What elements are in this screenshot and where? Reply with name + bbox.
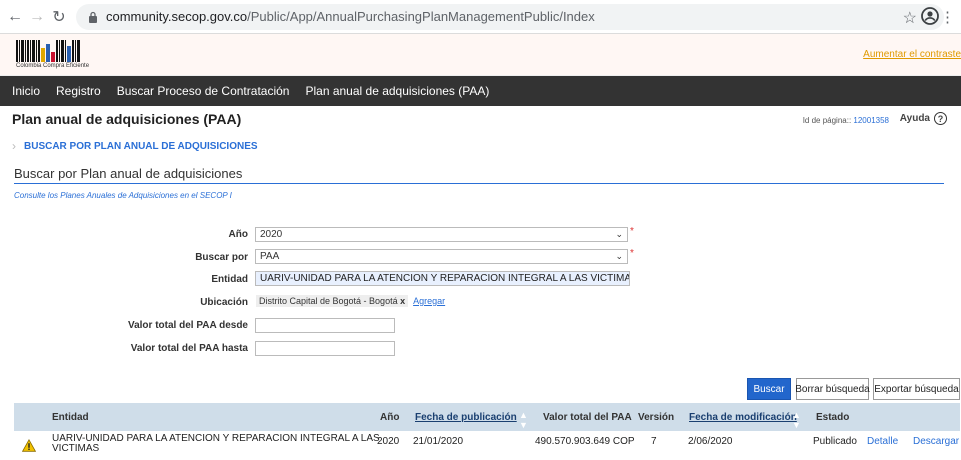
column-header-year: Año [380, 412, 400, 423]
warning-icon [22, 439, 36, 452]
row-total: 490.570.903.649 COP [535, 436, 635, 447]
search-button[interactable]: Buscar [747, 378, 791, 400]
page-id: Id de página:: 12001358 [803, 116, 889, 125]
row-version: 7 [651, 436, 657, 447]
row-status: Publicado [813, 436, 857, 447]
chevron-down-icon: ⌄ [615, 229, 623, 239]
row-entity[interactable]: UARIV-UNIDAD PARA LA ATENCION Y REPARACI… [52, 434, 380, 454]
browser-toolbar: ← → ↻ community.secop.gov.co/Public/App/… [0, 0, 961, 34]
main-nav: Inicio Registro Buscar Proceso de Contra… [0, 76, 961, 106]
star-icon[interactable]: ☆ [903, 8, 917, 28]
year-select-value: 2020 [260, 229, 283, 240]
reload-icon[interactable]: ↻ [48, 6, 70, 28]
table-row: UARIV-UNIDAD PARA LA ATENCION Y REPARACI… [14, 431, 960, 460]
site-header: Colombia Compra Eficiente Aumentar el co… [0, 34, 961, 76]
page-id-value[interactable]: 12001358 [853, 116, 889, 125]
chevron-down-icon: ⌄ [615, 251, 623, 261]
question-icon[interactable]: ? [934, 112, 947, 125]
colombia-compra-logo[interactable]: Colombia Compra Eficiente [16, 38, 98, 72]
total-from-input[interactable] [255, 318, 395, 333]
clear-search-button[interactable]: Borrar búsqueda [795, 378, 870, 400]
column-header-published[interactable]: Fecha de publicación [415, 412, 517, 423]
section-title: Buscar por Plan anual de adquisiciones [14, 166, 243, 181]
nav-item-inicio[interactable]: Inicio [12, 84, 40, 98]
menu-kebab-icon[interactable]: ⋮ [940, 8, 955, 26]
total-to-label: Valor total del PAA hasta [130, 343, 248, 354]
entity-field[interactable]: UARIV-UNIDAD PARA LA ATENCION Y REPARACI… [255, 271, 630, 286]
breadcrumb-item[interactable]: BUSCAR POR PLAN ANUAL DE ADQUISICIONES [24, 141, 258, 152]
row-published: 21/01/2020 [413, 436, 464, 447]
location-field: Distrito Capital de Bogotá - Bogotá x Ag… [256, 295, 445, 307]
column-header-status: Estado [816, 412, 850, 423]
search-by-value: PAA [260, 251, 280, 262]
row-entity-line2: VICTIMAS [52, 443, 100, 454]
logo-text: Colombia Compra Eficiente [16, 63, 90, 69]
detail-link[interactable]: Detalle [867, 436, 898, 447]
page-title: Plan anual de adquisiciones (PAA) [12, 111, 242, 127]
search-by-label: Buscar por [195, 252, 248, 263]
sort-icon[interactable]: ▲ ▼ [519, 410, 528, 430]
location-label: Ubicación [200, 297, 248, 308]
entity-label: Entidad [211, 274, 248, 285]
help-link[interactable]: Ayuda ? [900, 112, 947, 125]
export-search-button[interactable]: Exportar búsqueda [873, 378, 960, 400]
remove-location-icon[interactable]: x [400, 296, 405, 306]
url-path: /Public/App/AnnualPurchasingPlanManageme… [247, 9, 595, 24]
logo-barcode-icon [16, 38, 98, 62]
row-entity-line1: UARIV-UNIDAD PARA LA ATENCION Y REPARACI… [52, 433, 380, 444]
section-divider [14, 183, 944, 184]
sort-icon[interactable]: ▲ ▼ [792, 410, 801, 430]
row-year: 2020 [377, 436, 400, 447]
page-id-label: Id de página:: [802, 116, 852, 125]
forward-icon[interactable]: → [26, 6, 48, 28]
breadcrumb: › BUSCAR POR PLAN ANUAL DE ADQUISICIONES [12, 139, 258, 153]
download-link[interactable]: Descargar [913, 436, 959, 447]
chevron-right-icon: › [12, 139, 16, 153]
add-location-link[interactable]: Agregar [413, 296, 445, 306]
search-by-select[interactable]: PAA ⌄ [255, 249, 628, 264]
total-to-input[interactable] [255, 341, 395, 356]
back-icon[interactable]: ← [4, 6, 26, 28]
address-bar[interactable]: community.secop.gov.co/Public/App/Annual… [76, 3, 944, 30]
nav-item-paa[interactable]: Plan anual de adquisiciones (PAA) [305, 84, 489, 98]
location-tag: Distrito Capital de Bogotá - Bogotá x [256, 295, 409, 307]
year-label: Año [228, 229, 248, 240]
account-icon[interactable] [921, 7, 939, 30]
nav-item-registro[interactable]: Registro [56, 84, 101, 98]
column-header-total: Valor total del PAA [543, 412, 632, 423]
year-select[interactable]: 2020 ⌄ [255, 227, 628, 242]
location-value: Distrito Capital de Bogotá - Bogotá [259, 296, 398, 306]
lock-icon [86, 10, 100, 24]
required-mark: * [630, 226, 634, 237]
section-subtitle[interactable]: Consulte los Planes Anuales de Adquisici… [14, 191, 232, 200]
total-from-label: Valor total del PAA desde [127, 320, 248, 331]
results-table-header: Entidad Año Fecha de publicación ▲ ▼ Valo… [14, 403, 960, 431]
help-label: Ayuda [899, 113, 930, 124]
url-host: community.secop.gov.co [106, 9, 248, 24]
contrast-link[interactable]: Aumentar el contraste [863, 49, 961, 60]
column-header-version: Versión [638, 412, 675, 423]
nav-item-buscar-proceso[interactable]: Buscar Proceso de Contratación [117, 84, 290, 98]
required-mark: * [630, 248, 634, 259]
column-header-modified[interactable]: Fecha de modificación [689, 412, 797, 423]
column-header-entity: Entidad [52, 412, 89, 423]
row-modified: 2/06/2020 [688, 436, 733, 447]
